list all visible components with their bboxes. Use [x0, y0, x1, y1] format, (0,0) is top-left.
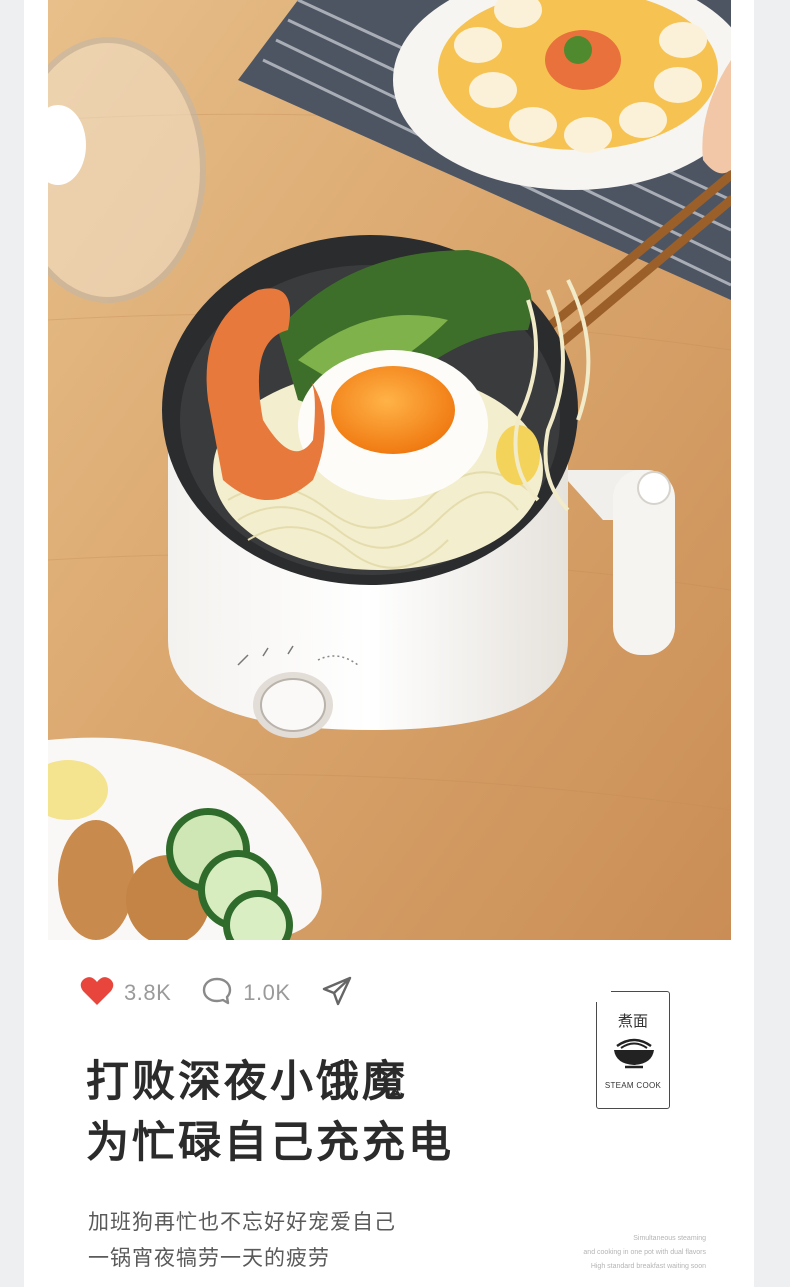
description-line-1: 加班狗再忙也不忘好好宠爱自己	[88, 1210, 396, 1234]
comment-button[interactable]: 1.0K	[201, 976, 290, 1011]
comment-icon	[201, 976, 233, 1011]
share-icon	[321, 975, 353, 1012]
like-button[interactable]: 3.8K	[80, 976, 171, 1011]
heart-icon	[80, 976, 114, 1011]
share-button[interactable]	[321, 975, 353, 1012]
fine-print-line-2: and cooking in one pot with dual flavors	[583, 1249, 706, 1256]
headline: 打败深夜小饿魔 为忙碌自己充充电	[86, 1052, 454, 1174]
fine-print-line-3: High standard breakfast waiting soon	[590, 1263, 706, 1270]
headline-line-1: 打败深夜小饿魔	[86, 1057, 408, 1107]
social-actions: 3.8K 1.0K	[80, 975, 383, 1011]
headline-line-2: 为忙碌自己充充电	[86, 1118, 454, 1168]
description: 加班狗再忙也不忘好好宠爱自己 一锅宵夜犒劳一天的疲劳	[88, 1204, 396, 1276]
fine-print: Simultaneous steaming and cooking in one…	[583, 1232, 706, 1274]
feature-badge: 煮面 STEAM COOK	[595, 990, 670, 1109]
comment-count: 1.0K	[243, 980, 291, 1005]
noodle-bowl-icon	[611, 1036, 657, 1077]
badge-subtitle: STEAM COOK	[604, 1081, 662, 1090]
fine-print-line-1: Simultaneous steaming	[633, 1235, 706, 1242]
like-count: 3.8K	[124, 980, 172, 1005]
electric-pot	[162, 235, 591, 738]
badge-notch	[595, 990, 611, 1002]
badge-title: 煮面	[617, 1012, 648, 1030]
description-line-2: 一锅宵夜犒劳一天的疲劳	[88, 1246, 330, 1270]
product-photo	[48, 0, 731, 940]
